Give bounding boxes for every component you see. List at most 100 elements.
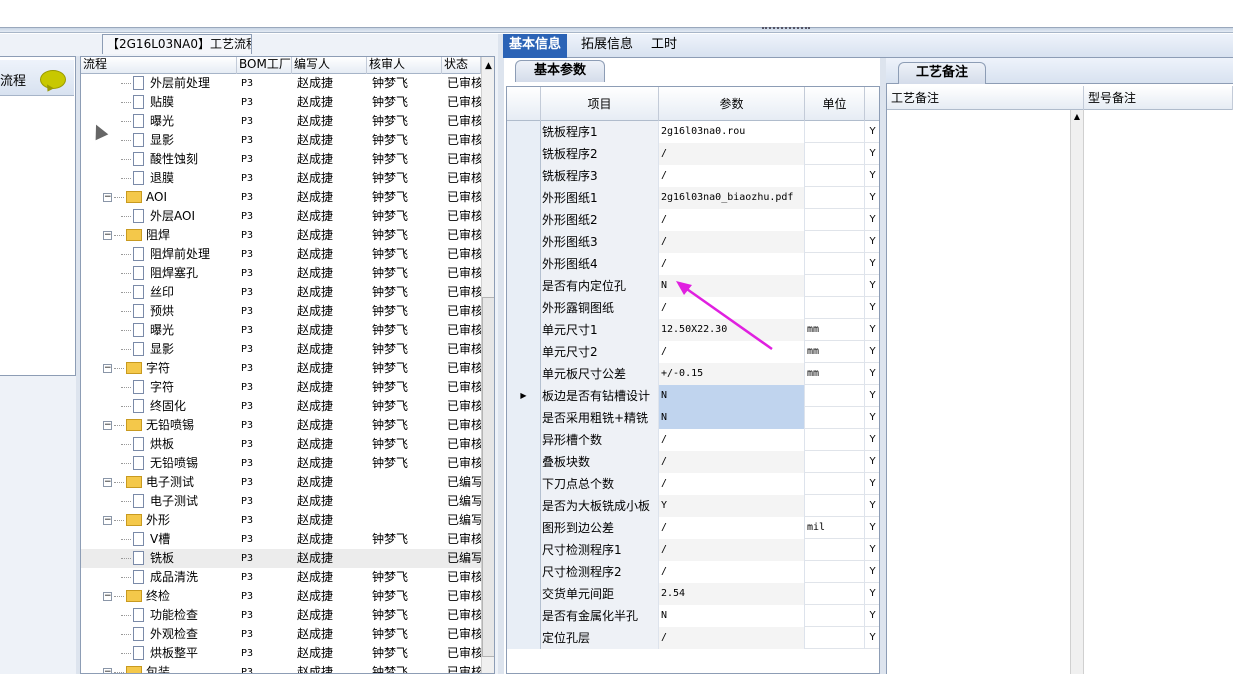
collapse-icon[interactable]: − bbox=[103, 364, 112, 373]
param-row[interactable]: ▶ 板边是否有钻槽设计 N Y bbox=[507, 385, 879, 407]
row-indicator[interactable] bbox=[507, 121, 541, 143]
tree-row[interactable]: 铣板 P3 赵成捷 已编写 bbox=[81, 549, 481, 568]
col-header-flow[interactable]: 流程 bbox=[81, 57, 237, 74]
tree-row[interactable]: 电子测试 P3 赵成捷 已编写 bbox=[81, 492, 481, 511]
row-indicator[interactable] bbox=[507, 583, 541, 605]
collapse-icon[interactable]: − bbox=[103, 421, 112, 430]
row-indicator[interactable] bbox=[507, 143, 541, 165]
param-row[interactable]: 尺寸检测程序1/ Y bbox=[507, 539, 879, 561]
tree-row[interactable]: 功能检查 P3 赵成捷 钟梦飞 已审核 bbox=[81, 606, 481, 625]
process-tree-grid[interactable]: 流程 BOM工厂 编写人 核审人 状态 外层前处理 P3 赵成捷 钟梦飞 已审核 贴膜 P3… bbox=[80, 56, 495, 674]
param-row[interactable]: 交货单元间距 2.54 Y bbox=[507, 583, 879, 605]
param-flag-cell[interactable]: Y bbox=[865, 319, 879, 341]
param-flag-cell[interactable]: Y bbox=[865, 209, 879, 231]
param-unit-cell[interactable] bbox=[805, 275, 865, 297]
param-flag-cell[interactable]: Y bbox=[865, 341, 879, 363]
param-unit-cell[interactable] bbox=[805, 253, 865, 275]
row-indicator[interactable] bbox=[507, 473, 541, 495]
param-flag-cell[interactable]: Y bbox=[865, 605, 879, 627]
param-row[interactable]: 是否为大板铣成小板 Y Y bbox=[507, 495, 879, 517]
param-value-cell[interactable]: / bbox=[659, 561, 805, 583]
tree-row[interactable]: 终固化 P3 赵成捷 钟梦飞 已审核 bbox=[81, 397, 481, 416]
param-flag-cell[interactable]: Y bbox=[865, 121, 879, 143]
row-indicator[interactable] bbox=[507, 231, 541, 253]
param-unit-cell[interactable] bbox=[805, 187, 865, 209]
param-unit-cell[interactable] bbox=[805, 473, 865, 495]
tree-row[interactable]: 曝光 P3 赵成捷 钟梦飞 已审核 bbox=[81, 112, 481, 131]
param-unit-cell[interactable] bbox=[805, 539, 865, 561]
tree-row[interactable]: − 终检 P3 赵成捷 钟梦飞 已审核 bbox=[81, 587, 481, 606]
row-indicator[interactable] bbox=[507, 297, 541, 319]
col-header-status[interactable]: 状态 bbox=[442, 57, 481, 74]
param-flag-cell[interactable]: Y bbox=[865, 495, 879, 517]
param-flag-cell[interactable]: Y bbox=[865, 473, 879, 495]
param-unit-cell[interactable] bbox=[805, 143, 865, 165]
param-unit-cell[interactable] bbox=[805, 407, 865, 429]
tree-row[interactable]: 成品清洗 P3 赵成捷 钟梦飞 已审核 bbox=[81, 568, 481, 587]
col-header-unit[interactable]: 单位 bbox=[805, 87, 865, 121]
param-value-cell[interactable]: 2g16l03na0.rou bbox=[659, 121, 805, 143]
param-unit-cell[interactable] bbox=[805, 495, 865, 517]
param-unit-cell[interactable] bbox=[805, 583, 865, 605]
param-value-cell[interactable]: N bbox=[659, 407, 805, 429]
col-header-param[interactable]: 参数 bbox=[659, 87, 805, 121]
param-flag-cell[interactable]: Y bbox=[865, 297, 879, 319]
param-flag-cell[interactable]: Y bbox=[865, 407, 879, 429]
params-grid[interactable]: 项目 参数 单位 铣板程序1 2g16l03na0.rou Y 铣板程序2/Y 铣板程序… bbox=[506, 86, 880, 674]
param-unit-cell[interactable]: mm bbox=[805, 363, 865, 385]
row-indicator[interactable] bbox=[507, 605, 541, 627]
param-row[interactable]: 图形到边公差 / mil Y bbox=[507, 517, 879, 539]
row-indicator[interactable] bbox=[507, 517, 541, 539]
tab-basic-info[interactable]: 基本信息 bbox=[503, 34, 568, 58]
param-row[interactable]: 铣板程序1 2g16l03na0.rou Y bbox=[507, 121, 879, 143]
tree-row[interactable]: − 包装 P3 赵成捷 钟梦飞 已审核 bbox=[81, 663, 481, 673]
param-unit-cell[interactable] bbox=[805, 561, 865, 583]
param-row[interactable]: 是否有金属化半孔 N Y bbox=[507, 605, 879, 627]
param-unit-cell[interactable] bbox=[805, 297, 865, 319]
param-unit-cell[interactable]: mm bbox=[805, 341, 865, 363]
row-indicator[interactable] bbox=[507, 539, 541, 561]
tree-row[interactable]: 外观检查 P3 赵成捷 钟梦飞 已审核 bbox=[81, 625, 481, 644]
col-header-reviewer[interactable]: 核审人 bbox=[367, 57, 442, 74]
param-unit-cell[interactable] bbox=[805, 451, 865, 473]
param-row[interactable]: 叠板块数 / Y bbox=[507, 451, 879, 473]
param-unit-cell[interactable] bbox=[805, 231, 865, 253]
param-flag-cell[interactable]: Y bbox=[865, 539, 879, 561]
param-value-cell[interactable]: / bbox=[659, 231, 805, 253]
tree-row[interactable]: − 外形 P3 赵成捷 已编写 bbox=[81, 511, 481, 530]
col-header-model-remark[interactable]: 型号备注 bbox=[1084, 86, 1233, 110]
tab-basic-params[interactable]: 基本参数 bbox=[515, 60, 605, 82]
param-value-cell[interactable]: / bbox=[659, 517, 805, 539]
param-flag-cell[interactable]: Y bbox=[865, 561, 879, 583]
collapse-icon[interactable]: − bbox=[103, 478, 112, 487]
window-tab-process-flow[interactable]: 【2G16L03NA0】工艺流程 bbox=[102, 34, 252, 54]
col-header-bom[interactable]: BOM工厂 bbox=[237, 57, 292, 74]
tree-row[interactable]: 酸性蚀刻 P3 赵成捷 钟梦飞 已审核 bbox=[81, 150, 481, 169]
tree-scroll-thumb[interactable] bbox=[482, 297, 494, 657]
param-unit-cell[interactable] bbox=[805, 385, 865, 407]
collapse-icon[interactable]: − bbox=[103, 231, 112, 240]
collapse-icon[interactable]: − bbox=[103, 668, 112, 673]
param-row[interactable]: 定位孔层 / Y bbox=[507, 627, 879, 649]
tree-row[interactable]: 退膜 P3 赵成捷 钟梦飞 已审核 bbox=[81, 169, 481, 188]
param-unit-cell[interactable] bbox=[805, 209, 865, 231]
param-unit-cell[interactable] bbox=[805, 605, 865, 627]
row-indicator[interactable] bbox=[507, 253, 541, 275]
param-value-cell[interactable]: / bbox=[659, 253, 805, 275]
param-value-cell[interactable]: N bbox=[659, 605, 805, 627]
col-header-process-remark[interactable]: 工艺备注 bbox=[887, 86, 1084, 110]
tree-row[interactable]: 烘板 P3 赵成捷 钟梦飞 已审核 bbox=[81, 435, 481, 454]
param-flag-cell[interactable]: Y bbox=[865, 517, 879, 539]
tree-row[interactable]: 贴膜 P3 赵成捷 钟梦飞 已审核 bbox=[81, 93, 481, 112]
param-value-cell[interactable]: / bbox=[659, 429, 805, 451]
param-value-cell[interactable]: +/-0.15 bbox=[659, 363, 805, 385]
param-flag-cell[interactable]: Y bbox=[865, 385, 879, 407]
param-row[interactable]: 外形图纸4/ Y bbox=[507, 253, 879, 275]
param-value-cell[interactable]: / bbox=[659, 143, 805, 165]
param-flag-cell[interactable]: Y bbox=[865, 187, 879, 209]
col-header-author[interactable]: 编写人 bbox=[292, 57, 367, 74]
param-unit-cell[interactable]: mil bbox=[805, 517, 865, 539]
param-value-cell[interactable]: / bbox=[659, 627, 805, 649]
param-row[interactable]: 异形槽个数 / Y bbox=[507, 429, 879, 451]
param-value-cell[interactable]: 2.54 bbox=[659, 583, 805, 605]
